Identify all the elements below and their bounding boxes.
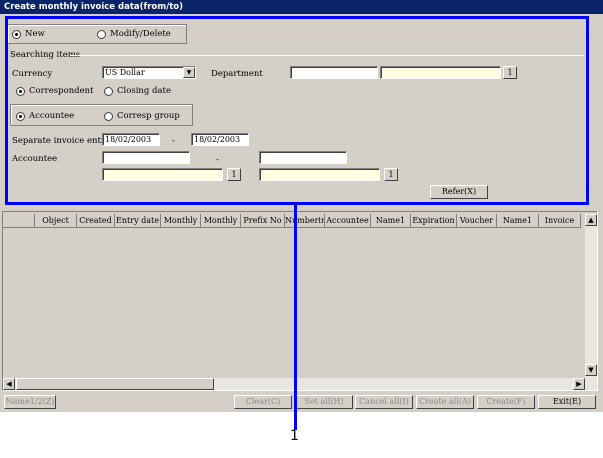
horizontal-scroll-thumb[interactable] bbox=[16, 378, 214, 390]
scroll-right-icon[interactable]: ▶ bbox=[573, 378, 585, 390]
scroll-up-icon[interactable]: ▲ bbox=[585, 214, 597, 226]
grid-column-header[interactable]: Numbering bbox=[285, 214, 325, 228]
set-all-button[interactable]: Set all(H) bbox=[295, 395, 353, 409]
grid-column-header[interactable]: Prefix No bbox=[241, 214, 285, 228]
exit-button[interactable]: Exit(E) bbox=[538, 395, 596, 409]
vertical-scrollbar[interactable]: ▲ ▼ bbox=[585, 214, 597, 390]
clear-button[interactable]: Clear(C) bbox=[234, 395, 292, 409]
name-toggle-button[interactable]: Name1/2(Z) bbox=[4, 395, 56, 409]
create-button[interactable]: Create(F) bbox=[477, 395, 535, 409]
scroll-left-icon[interactable]: ◀ bbox=[3, 378, 15, 390]
cancel-all-button[interactable]: Cancel all(I) bbox=[355, 395, 413, 409]
grid-column-header[interactable]: Accountee bbox=[325, 214, 371, 228]
grid-column-header[interactable]: Voucher bbox=[457, 214, 497, 228]
callout-line bbox=[294, 205, 297, 430]
callout-number: 1 bbox=[290, 428, 299, 444]
window-title: Create monthly invoice data(from/to) bbox=[0, 0, 603, 14]
grid-header-row: Object Created Entry date Monthly Monthly Pre… bbox=[3, 214, 581, 228]
scroll-down-icon[interactable]: ▼ bbox=[585, 364, 597, 376]
create-all-button[interactable]: Create all(A) bbox=[416, 395, 474, 409]
grid-column-header[interactable]: Name1 bbox=[497, 214, 539, 228]
grid-column-header[interactable] bbox=[3, 214, 35, 228]
callout-highlight-box bbox=[5, 16, 589, 205]
grid-column-header[interactable]: Entry date bbox=[115, 214, 161, 228]
grid-column-header[interactable]: Expiration bbox=[411, 214, 457, 228]
grid-column-header[interactable]: Created bbox=[77, 214, 115, 228]
grid-column-header[interactable]: Monthly bbox=[161, 214, 201, 228]
grid-column-header[interactable]: Invoice bbox=[539, 214, 581, 228]
grid-column-header[interactable]: Object bbox=[35, 214, 77, 228]
grid-column-header[interactable]: Name1 bbox=[371, 214, 411, 228]
results-grid[interactable]: Object Created Entry date Monthly Monthly Pre… bbox=[2, 211, 598, 391]
grid-column-header[interactable]: Monthly bbox=[201, 214, 241, 228]
